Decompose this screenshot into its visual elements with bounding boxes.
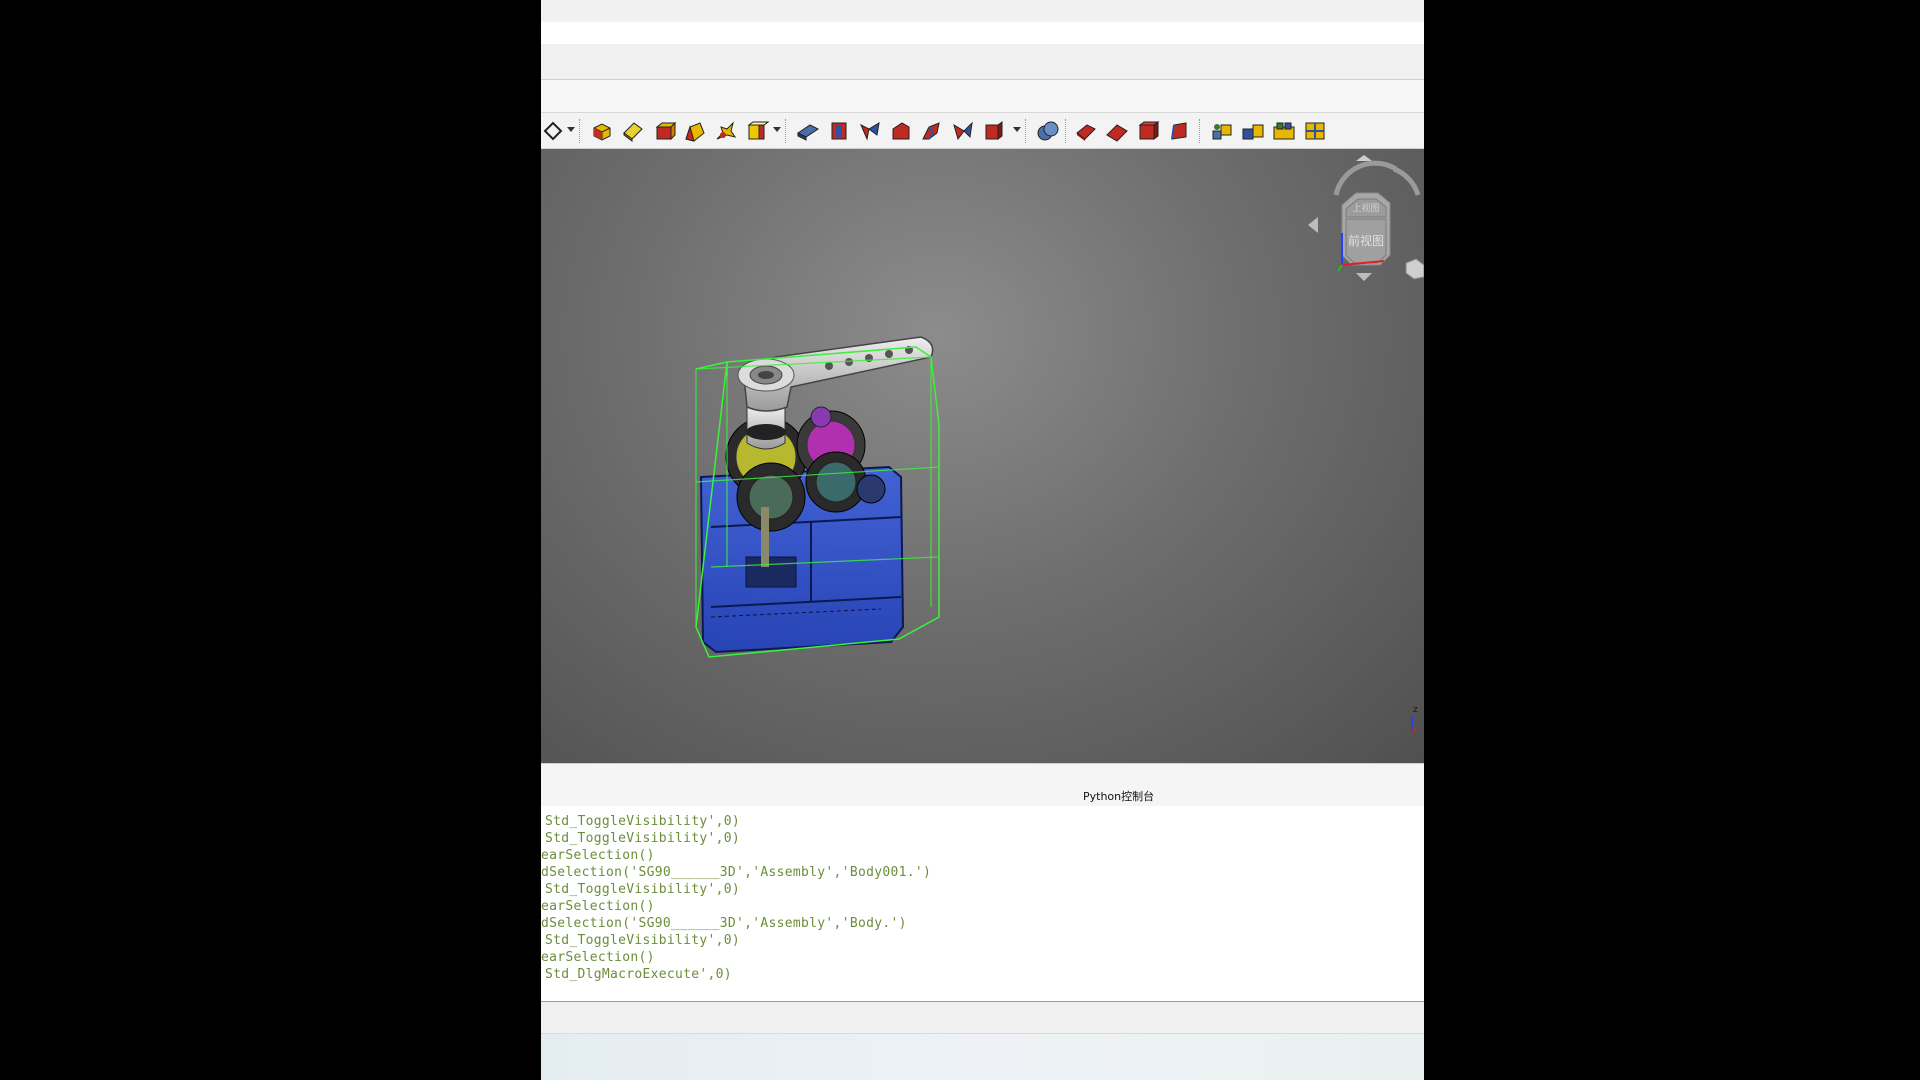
secondary-toolbar [541,80,1424,113]
status-bar [541,1001,1424,1034]
servo-model[interactable] [691,317,961,697]
console-line: earSelection() [541,899,655,914]
console-line: earSelection() [541,848,655,863]
console-line: earSelection() [541,950,655,965]
toolbar-separator [1025,119,1027,143]
revolve-tool-icon[interactable] [826,119,852,143]
taskbar [541,1033,1424,1080]
console-line: Std_DlgMacroExecute',0) [545,967,732,982]
primitives-dropdown-icon[interactable] [773,127,781,132]
cylinder-tool-icon[interactable] [620,119,646,143]
toolbar-separator [1199,119,1201,143]
console-line: dSelection('SG90______3D','Assembly','Bo… [541,865,932,880]
check-geometry-tool-icon[interactable] [1271,119,1297,143]
navcube-top-label: 上视图 [1352,202,1379,214]
console-title: Python控制台 [1083,790,1155,803]
cone-tool-icon[interactable] [651,119,677,143]
part-toolbar [541,113,1424,149]
sketch-tool-icon[interactable] [541,119,567,143]
sketch-dropdown-icon[interactable] [567,127,575,132]
extrude-tool-icon[interactable] [795,119,821,143]
box-tool-icon[interactable] [589,119,615,143]
toolbar-separator [785,119,787,143]
measure-tool-icon[interactable] [1302,119,1328,143]
console-line: Std_ToggleVisibility',0) [545,814,741,829]
console-line: dSelection('SG90______3D','Assembly','Bo… [541,916,907,931]
navcube-front-label: 前视图 [1348,233,1384,248]
compound-tool-icon[interactable] [1209,119,1235,143]
features-dropdown-icon[interactable] [1013,127,1021,132]
axis-indicator: Z [1411,706,1418,732]
title-bar [541,0,1424,23]
title-strip [541,22,1424,44]
toolbar-separator [1065,119,1067,143]
console-line: Std_ToggleVisibility',0) [545,933,741,948]
cut-tool-icon[interactable] [1073,119,1099,143]
toolbar-separator [579,119,581,143]
make-face-tool-icon[interactable] [950,119,976,143]
boolean-tool-icon[interactable] [1035,119,1061,143]
torus-tool-icon[interactable] [713,119,739,143]
common-tool-icon[interactable] [1135,119,1161,143]
section-tool-icon[interactable] [1166,119,1192,143]
tube-tool-icon[interactable] [744,119,770,143]
ruled-surface-tool-icon[interactable] [981,119,1007,143]
axis-z-label: Z [1413,706,1418,714]
sphere-tool-icon[interactable] [682,119,708,143]
freecad-window: 上视图 前视图 Z Python控制台 Std_ToggleVisibility… [541,0,1424,1080]
menu-bar [541,44,1424,80]
python-console[interactable]: Std_ToggleVisibility',0) Std_ToggleVisib… [541,806,1424,1001]
console-line: Std_ToggleVisibility',0) [545,831,741,846]
mirror-tool-icon[interactable] [857,119,883,143]
fillet-tool-icon[interactable] [888,119,914,143]
3d-viewport[interactable]: 上视图 前视图 Z [541,149,1424,763]
navigation-cube[interactable]: 上视图 前视图 [1306,155,1424,285]
explode-compound-tool-icon[interactable] [1240,119,1266,143]
chamfer-tool-icon[interactable] [919,119,945,143]
fuse-tool-icon[interactable] [1104,119,1130,143]
console-header: Python控制台 [541,763,1424,807]
console-line: Std_ToggleVisibility',0) [545,882,741,897]
